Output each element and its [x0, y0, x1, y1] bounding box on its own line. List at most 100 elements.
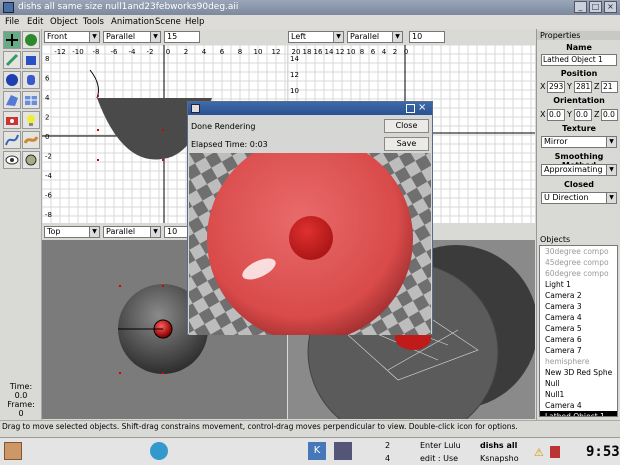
frame-label: Frame: [7, 400, 35, 409]
desktop-4-button[interactable]: 4 [385, 452, 397, 465]
network-icon[interactable] [150, 442, 168, 460]
object-list-item[interactable]: hemisphere [540, 356, 617, 367]
camera-tool-button[interactable] [3, 111, 21, 129]
rotate-tool-button[interactable] [22, 31, 40, 49]
tick-label: -2 [45, 153, 52, 161]
object-list-item[interactable]: New 3D Red Sphe [540, 367, 617, 378]
menu-animation[interactable]: Animation [111, 17, 154, 27]
object-list-item[interactable]: Camera 5 [540, 323, 617, 334]
position-label: Position [560, 69, 598, 78]
rot-y-field[interactable]: 0.0 [574, 109, 592, 121]
object-list[interactable]: 30degree compo 45degree compo 60degree com… [539, 245, 618, 417]
tick-label: -6 [111, 48, 119, 56]
time-label: Time: [9, 382, 33, 391]
tick-label: 14 [290, 55, 299, 63]
tray-icon[interactable] [550, 446, 560, 458]
task-ksnapshot[interactable]: Ksnapsho [480, 452, 526, 465]
object-list-item[interactable]: 60degree compo [540, 268, 617, 279]
tick-label: 10 [254, 48, 263, 56]
view-select-top[interactable]: Top ▼ [44, 226, 100, 238]
menu-help[interactable]: Help [185, 17, 204, 27]
view-select-front[interactable]: Front ▼ [44, 31, 100, 43]
menu-edit[interactable]: Edit [27, 17, 43, 27]
close-window-button[interactable]: × [604, 1, 617, 13]
warning-icon[interactable]: ⚠ [534, 446, 544, 459]
polygon-tool-button[interactable] [3, 91, 21, 109]
object-list-item[interactable]: Light 1 [540, 279, 617, 290]
title-bar[interactable]: dishs all same size null1and23febworks90… [0, 0, 620, 15]
object-list-item[interactable]: Camera 2 [540, 290, 617, 301]
tick-label: 4 [202, 48, 207, 56]
object-list-item[interactable]: 45degree compo [540, 257, 617, 268]
sphere-tool-button[interactable] [3, 71, 21, 89]
smoothing-select[interactable]: Approximating ▼ [541, 164, 617, 176]
curve-tool-button[interactable] [3, 131, 21, 149]
texture-select[interactable]: Mirror ▼ [541, 136, 617, 148]
dialog-maximize-icon[interactable] [406, 104, 415, 113]
view-select-left[interactable]: Left ▼ [288, 31, 344, 43]
task-dishs-all[interactable]: dishs all [480, 439, 526, 452]
maximize-button[interactable]: □ [589, 1, 602, 13]
terminal-icon[interactable] [334, 442, 352, 460]
task-enter-lulu[interactable]: Enter Lulu [420, 439, 470, 452]
rot-z-field[interactable]: 0.0 [601, 109, 618, 121]
dialog-save-button[interactable]: Save [384, 137, 429, 151]
pos-z-field[interactable]: 21 [601, 81, 618, 93]
menu-scene[interactable]: Scene [155, 17, 181, 27]
clock: 9:53 [586, 444, 620, 460]
menu-tools[interactable]: Tools [83, 17, 104, 27]
pos-x-field[interactable]: 293 [547, 81, 565, 93]
task-edit-use[interactable]: edit : Use [420, 452, 470, 465]
scale-field-front[interactable]: 15 [164, 31, 200, 43]
object-list-item[interactable]: Camera 7 [540, 345, 617, 356]
home-icon[interactable] [4, 442, 22, 460]
menu-file[interactable]: File [5, 17, 19, 27]
tick-label: -6 [45, 192, 53, 200]
projection-select-top[interactable]: Parallel ▼ [103, 226, 161, 238]
object-list-item[interactable]: 30degree compo [540, 246, 617, 257]
pencil-tool-button[interactable] [3, 51, 21, 69]
object-list-item[interactable]: Camera 4 [540, 312, 617, 323]
dialog-close-icon[interactable]: × [418, 102, 426, 113]
projection-select-front[interactable]: Parallel ▼ [103, 31, 161, 43]
tube-tool-button[interactable] [22, 131, 40, 149]
move-tool-button[interactable] [3, 31, 21, 49]
mesh-tool-button[interactable] [22, 91, 40, 109]
desktop-2-button[interactable]: 2 [385, 439, 397, 452]
tick-label: 2 [45, 114, 49, 122]
view-tool-button[interactable] [22, 151, 40, 169]
object-list-item[interactable]: Camera 3 [540, 301, 617, 312]
dialog-title-bar[interactable]: × [188, 102, 432, 115]
object-list-item[interactable]: Lathed Object 1 [540, 411, 617, 416]
minimize-button[interactable]: _ [574, 1, 587, 13]
object-list-item[interactable]: Null [540, 378, 617, 389]
rot-z-label: Z [594, 110, 600, 119]
tick-label: 4 [45, 94, 50, 102]
name-field[interactable]: Lathed Object 1 [541, 54, 617, 66]
kde-icon[interactable]: K [308, 442, 326, 460]
tick-label: 6 [220, 48, 225, 56]
projection-select-left[interactable]: Parallel ▼ [347, 31, 403, 43]
cylinder-tool-button[interactable] [22, 71, 40, 89]
pos-y-field[interactable]: 281 [574, 81, 592, 93]
object-list-item[interactable]: Camera 4 [540, 400, 617, 411]
eye-tool-button[interactable] [3, 151, 21, 169]
object-list-item[interactable]: Camera 6 [540, 334, 617, 345]
closed-select[interactable]: U Direction ▼ [541, 192, 617, 204]
rot-x-field[interactable]: 0.0 [547, 109, 565, 121]
taskbar: K 2 4 Enter Lulu dishs all edit : Use Ks… [0, 437, 620, 465]
tick-label: 2 [393, 48, 397, 56]
tick-label: 0 [45, 133, 49, 141]
tick-label: -12 [54, 48, 65, 56]
pos-z-label: Z [594, 82, 600, 91]
orientation-label: Orientation [553, 96, 605, 105]
dialog-close-button[interactable]: Close [384, 119, 429, 133]
light-tool-button[interactable] [22, 111, 40, 129]
scale-field-left[interactable]: 10 [409, 31, 445, 43]
menu-object[interactable]: Object [50, 17, 78, 27]
object-list-item[interactable]: Null1 [540, 389, 617, 400]
tick-label: 12 [290, 71, 299, 79]
texture-label: Texture [562, 124, 596, 133]
tick-label: 8 [45, 55, 49, 63]
cube-tool-button[interactable] [22, 51, 40, 69]
